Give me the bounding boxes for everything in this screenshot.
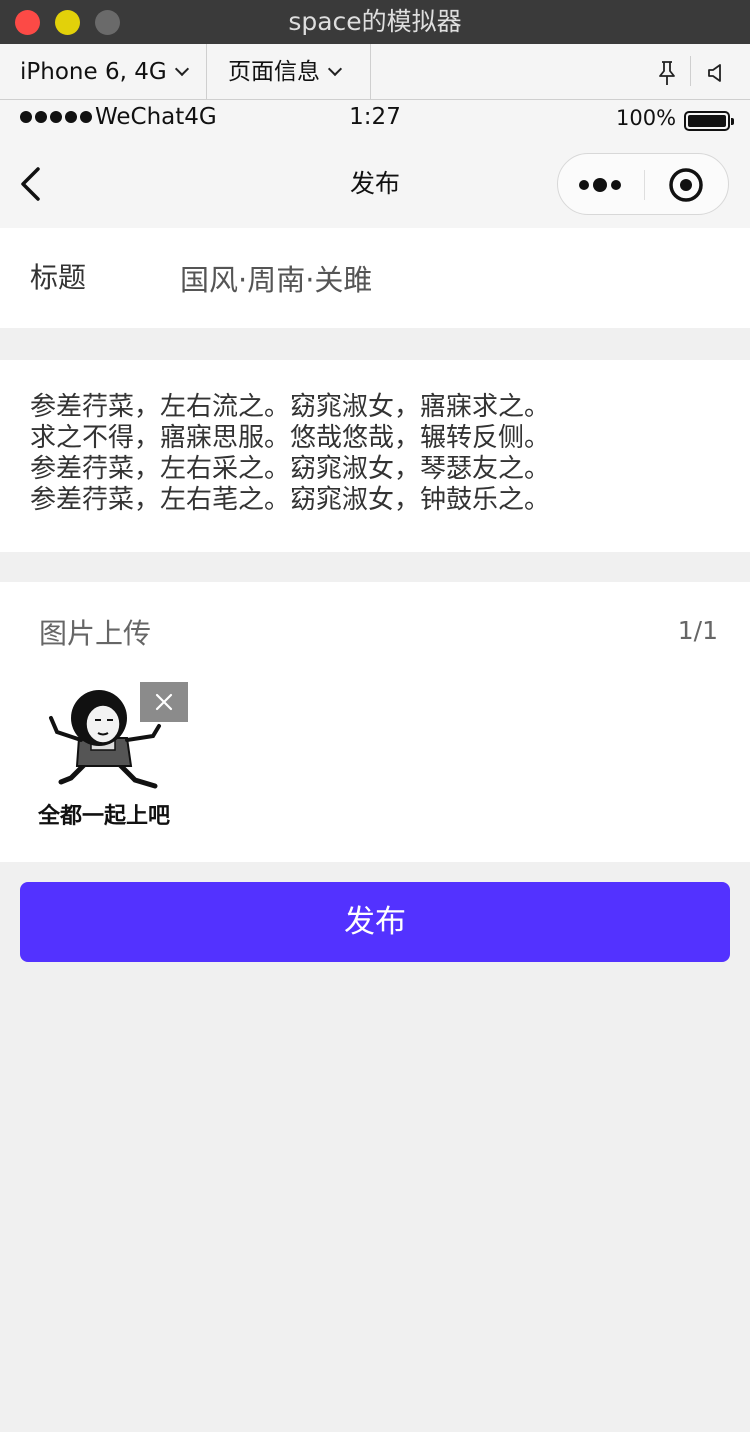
- toolbar-divider: [206, 44, 207, 100]
- toolbar-divider: [370, 44, 371, 100]
- upload-count: 1/1: [677, 616, 718, 645]
- pin-icon[interactable]: [656, 60, 678, 86]
- content-textarea[interactable]: 参差荇菜，左右流之。窈窕淑女，寤寐求之。 求之不得，寤寐思服。悠哉悠哉，辗转反侧…: [0, 360, 750, 552]
- miniprogram-capsule: [557, 153, 729, 215]
- remove-image-button[interactable]: [140, 682, 188, 722]
- device-select[interactable]: iPhone 6, 4G: [20, 44, 189, 100]
- page-info-select[interactable]: 页面信息: [228, 44, 343, 100]
- window-titlebar: space的模拟器: [0, 0, 750, 44]
- upload-label: 图片上传: [39, 617, 152, 650]
- simulator-toolbar: iPhone 6, 4G 页面信息: [0, 44, 750, 100]
- title-label: 标题: [30, 261, 87, 294]
- speaker-icon[interactable]: [706, 62, 728, 84]
- title-field-row: 标题 国风·周南·关雎: [0, 228, 750, 328]
- content-line: 参差荇菜，左右采之。窈窕淑女，琴瑟友之。: [30, 454, 551, 484]
- image-upload-section: 图片上传 1/1 全都一起上吧: [0, 582, 750, 862]
- content-line: 参差荇菜，左右芼之。窈窕淑女，钟鼓乐之。: [30, 485, 551, 515]
- content-line: 参差荇菜，左右流之。窈窕淑女，寤寐求之。: [30, 392, 551, 422]
- navigation-bar: 发布: [0, 140, 750, 228]
- close-miniprogram-icon[interactable]: [668, 167, 704, 203]
- phone-status-bar: WeChat4G 1:27 100%: [0, 100, 750, 140]
- close-icon: [155, 693, 173, 711]
- page-info-label: 页面信息: [228, 59, 320, 85]
- image-caption: 全都一起上吧: [38, 804, 171, 829]
- battery-icon: [684, 111, 734, 131]
- chevron-down-icon: [174, 61, 189, 77]
- battery-percent: 100%: [616, 106, 677, 130]
- window-title: space的模拟器: [288, 7, 462, 36]
- more-icon[interactable]: [578, 178, 624, 192]
- toolbar-divider: [690, 56, 691, 86]
- content-line: 求之不得，寤寐思服。悠哉悠哉，辗转反侧。: [30, 423, 551, 453]
- publish-button[interactable]: 发布: [20, 882, 730, 962]
- chevron-down-icon: [327, 61, 343, 77]
- device-select-label: iPhone 6, 4G: [20, 59, 167, 85]
- capsule-divider: [644, 170, 645, 200]
- title-input[interactable]: 国风·周南·关雎: [180, 228, 372, 332]
